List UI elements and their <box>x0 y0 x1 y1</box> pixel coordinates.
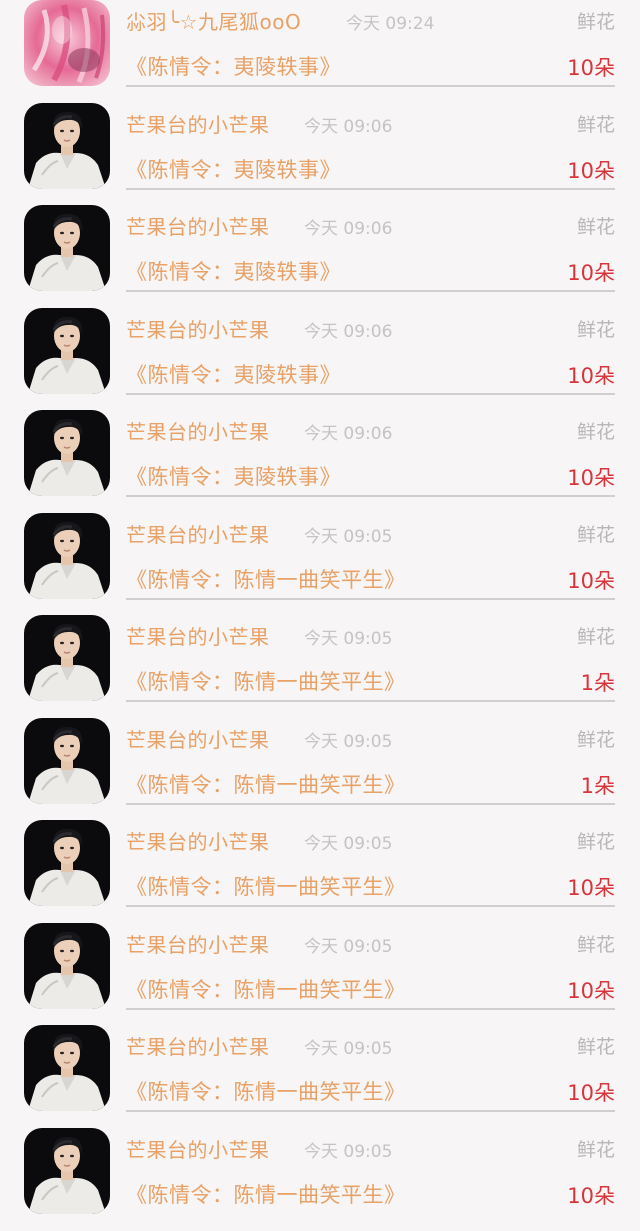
list-item[interactable]: 尛羽╰☆九尾狐ooO 今天 09:24 鲜花 《陈情令：夷陵轶事》 10朵 <box>0 0 640 103</box>
gift-type-label: 鲜花 <box>576 319 615 341</box>
user-name[interactable]: 芒果台的小芒果 <box>126 724 270 753</box>
list-item[interactable]: 芒果台的小芒果 今天 09:05 鲜花 《陈情令：陈情一曲笑平生》 10朵 <box>0 513 640 616</box>
avatar[interactable] <box>24 205 110 291</box>
gift-count: 10朵 <box>567 1081 615 1105</box>
user-name[interactable]: 芒果台的小芒果 <box>126 826 270 855</box>
user-name[interactable]: 芒果台的小芒果 <box>126 1031 270 1060</box>
gift-type-label: 鲜花 <box>576 114 615 136</box>
avatar[interactable] <box>24 1128 110 1214</box>
show-title[interactable]: 《陈情令：陈情一曲笑平生》 <box>126 564 406 594</box>
divider <box>126 85 615 87</box>
timestamp: 今天 09:06 <box>304 322 393 342</box>
list-item[interactable]: 芒果台的小芒果 今天 09:05 鲜花 《陈情令：陈情一曲笑平生》 1朵 <box>0 615 640 718</box>
user-name[interactable]: 芒果台的小芒果 <box>126 211 270 240</box>
divider <box>126 1008 615 1010</box>
gift-type-label: 鲜花 <box>576 11 615 33</box>
user-name[interactable]: 尛羽╰☆九尾狐ooO <box>126 6 301 35</box>
show-title[interactable]: 《陈情令：陈情一曲笑平生》 <box>126 666 406 696</box>
avatar[interactable] <box>24 308 110 394</box>
gift-type-label: 鲜花 <box>576 421 615 443</box>
gift-count: 10朵 <box>567 876 615 900</box>
gift-type-label: 鲜花 <box>576 1139 615 1161</box>
list-item[interactable]: 芒果台的小芒果 今天 09:06 鲜花 《陈情令：夷陵轶事》 10朵 <box>0 308 640 411</box>
show-title[interactable]: 《陈情令：夷陵轶事》 <box>126 51 341 81</box>
gift-count: 10朵 <box>567 159 615 183</box>
timestamp: 今天 09:05 <box>304 527 393 547</box>
show-title[interactable]: 《陈情令：陈情一曲笑平生》 <box>126 769 406 799</box>
divider <box>126 598 615 600</box>
avatar[interactable] <box>24 513 110 599</box>
avatar[interactable] <box>24 615 110 701</box>
divider <box>126 393 615 395</box>
divider <box>126 1110 615 1112</box>
user-name[interactable]: 芒果台的小芒果 <box>126 1134 270 1163</box>
timestamp: 今天 09:06 <box>304 117 393 137</box>
avatar[interactable] <box>24 718 110 804</box>
gift-type-label: 鲜花 <box>576 934 615 956</box>
avatar[interactable] <box>24 410 110 496</box>
timestamp: 今天 09:05 <box>304 937 393 957</box>
gift-count: 10朵 <box>567 466 615 490</box>
gift-count: 10朵 <box>567 569 615 593</box>
show-title[interactable]: 《陈情令：夷陵轶事》 <box>126 154 341 184</box>
gift-type-label: 鲜花 <box>576 216 615 238</box>
gift-type-label: 鲜花 <box>576 626 615 648</box>
timestamp: 今天 09:05 <box>304 629 393 649</box>
divider <box>126 905 615 907</box>
gift-type-label: 鲜花 <box>576 1036 615 1058</box>
gift-count: 10朵 <box>567 364 615 388</box>
timestamp: 今天 09:24 <box>346 14 435 34</box>
show-title[interactable]: 《陈情令：陈情一曲笑平生》 <box>126 974 406 1004</box>
gift-count: 1朵 <box>580 774 615 798</box>
gift-type-label: 鲜花 <box>576 831 615 853</box>
show-title[interactable]: 《陈情令：夷陵轶事》 <box>126 461 341 491</box>
list-item[interactable]: 芒果台的小芒果 今天 09:05 鲜花 《陈情令：陈情一曲笑平生》 10朵 <box>0 1128 640 1231</box>
divider <box>126 495 615 497</box>
timestamp: 今天 09:05 <box>304 834 393 854</box>
list-item[interactable]: 芒果台的小芒果 今天 09:06 鲜花 《陈情令：夷陵轶事》 10朵 <box>0 205 640 308</box>
list-item[interactable]: 芒果台的小芒果 今天 09:05 鲜花 《陈情令：陈情一曲笑平生》 1朵 <box>0 718 640 821</box>
show-title[interactable]: 《陈情令：夷陵轶事》 <box>126 359 341 389</box>
avatar[interactable] <box>24 923 110 1009</box>
timestamp: 今天 09:06 <box>304 219 393 239</box>
user-name[interactable]: 芒果台的小芒果 <box>126 519 270 548</box>
user-name[interactable]: 芒果台的小芒果 <box>126 314 270 343</box>
user-name[interactable]: 芒果台的小芒果 <box>126 621 270 650</box>
avatar[interactable] <box>24 1025 110 1111</box>
avatar[interactable] <box>24 0 110 86</box>
timestamp: 今天 09:06 <box>304 424 393 444</box>
divider <box>126 803 615 805</box>
user-name[interactable]: 芒果台的小芒果 <box>126 416 270 445</box>
user-name[interactable]: 芒果台的小芒果 <box>126 929 270 958</box>
divider <box>126 188 615 190</box>
gift-count: 10朵 <box>567 979 615 1003</box>
divider <box>126 700 615 702</box>
avatar[interactable] <box>24 820 110 906</box>
list-item[interactable]: 芒果台的小芒果 今天 09:06 鲜花 《陈情令：夷陵轶事》 10朵 <box>0 410 640 513</box>
list-item[interactable]: 芒果台的小芒果 今天 09:06 鲜花 《陈情令：夷陵轶事》 10朵 <box>0 103 640 206</box>
gift-count: 10朵 <box>567 261 615 285</box>
gift-count: 1朵 <box>580 671 615 695</box>
user-name[interactable]: 芒果台的小芒果 <box>126 109 270 138</box>
gift-count: 10朵 <box>567 56 615 80</box>
timestamp: 今天 09:05 <box>304 1039 393 1059</box>
timestamp: 今天 09:05 <box>304 732 393 752</box>
list-item[interactable]: 芒果台的小芒果 今天 09:05 鲜花 《陈情令：陈情一曲笑平生》 10朵 <box>0 1025 640 1128</box>
list-item[interactable]: 芒果台的小芒果 今天 09:05 鲜花 《陈情令：陈情一曲笑平生》 10朵 <box>0 923 640 1026</box>
gift-count: 10朵 <box>567 1184 615 1208</box>
divider <box>126 290 615 292</box>
show-title[interactable]: 《陈情令：夷陵轶事》 <box>126 256 341 286</box>
show-title[interactable]: 《陈情令：陈情一曲笑平生》 <box>126 871 406 901</box>
show-title[interactable]: 《陈情令：陈情一曲笑平生》 <box>126 1076 406 1106</box>
list-item[interactable]: 芒果台的小芒果 今天 09:05 鲜花 《陈情令：陈情一曲笑平生》 10朵 <box>0 820 640 923</box>
gift-type-label: 鲜花 <box>576 524 615 546</box>
timestamp: 今天 09:05 <box>304 1142 393 1162</box>
gift-type-label: 鲜花 <box>576 729 615 751</box>
avatar[interactable] <box>24 103 110 189</box>
